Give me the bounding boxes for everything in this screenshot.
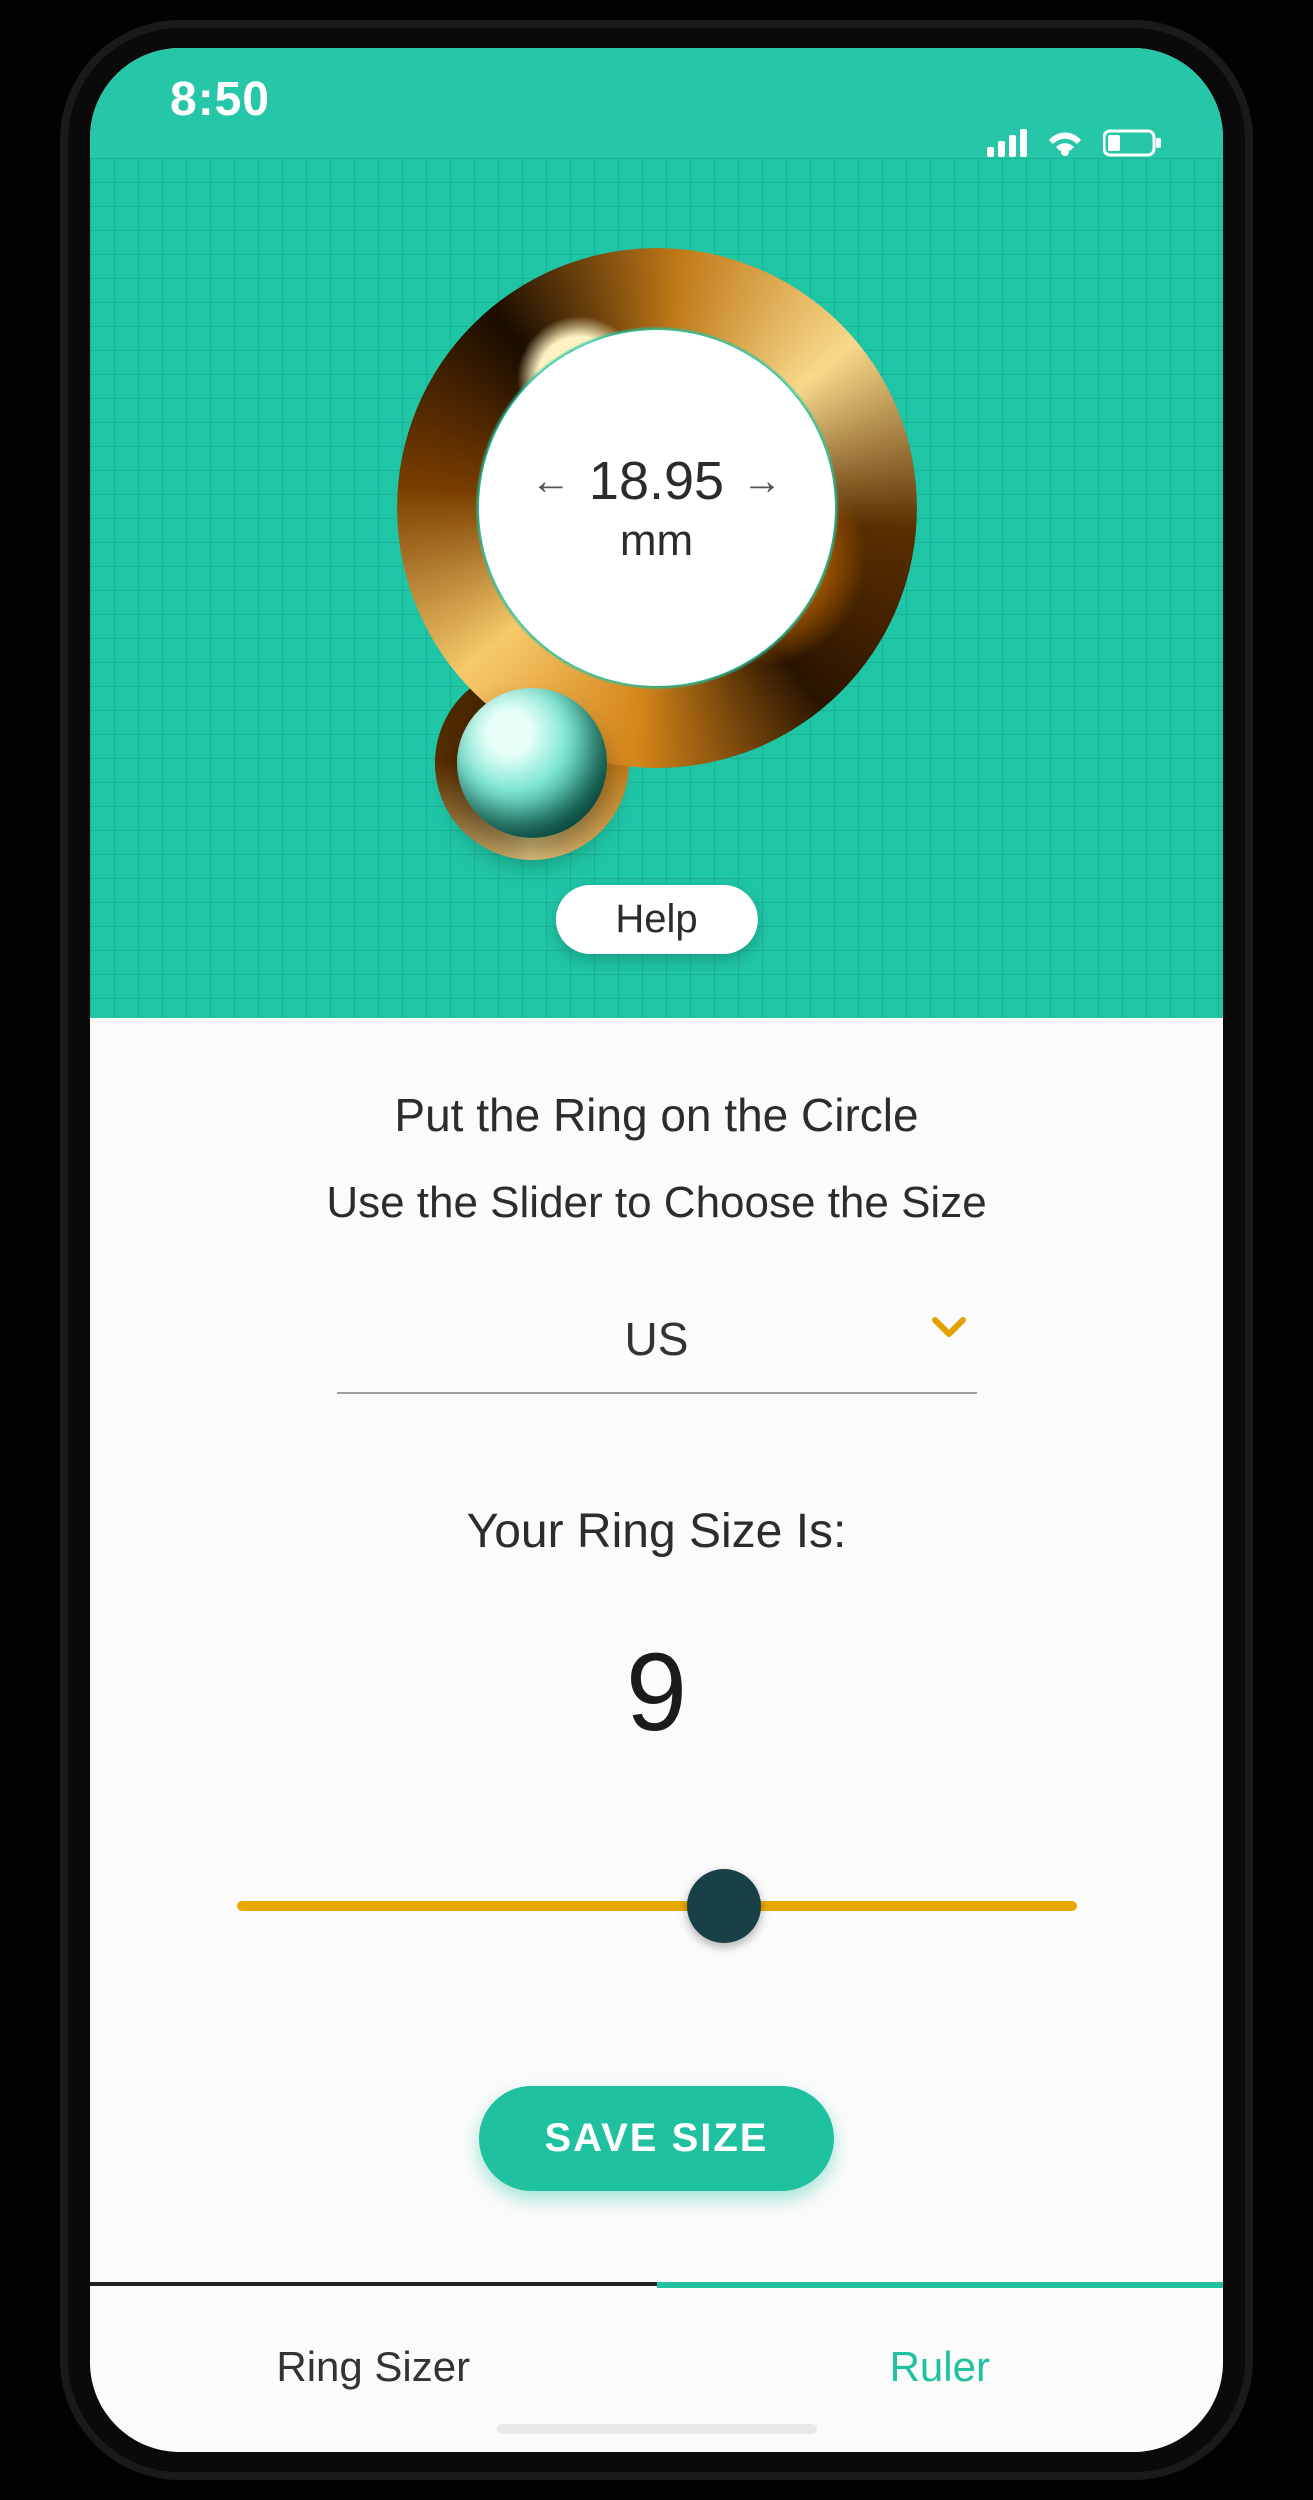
tab-ruler-label: Ruler xyxy=(890,2343,990,2391)
help-button[interactable]: Help xyxy=(555,885,757,954)
ring-gemstone xyxy=(457,688,607,838)
chevron-down-icon xyxy=(931,1316,967,1345)
ring-size-value: 9 xyxy=(626,1629,687,1756)
screen: 8:50 xyxy=(90,48,1223,2452)
your-size-label: Your Ring Size Is: xyxy=(467,1504,847,1559)
arrow-right-icon: → xyxy=(742,459,782,504)
controls-panel: Put the Ring on the Circle Use the Slide… xyxy=(90,1018,1223,2452)
slider-track xyxy=(237,1901,1077,1911)
region-select[interactable]: US xyxy=(337,1298,977,1394)
save-size-button[interactable]: SAVE SIZE xyxy=(479,2086,835,2191)
status-time: 8:50 xyxy=(170,72,270,127)
status-right-cluster xyxy=(987,128,1163,158)
slider-thumb[interactable] xyxy=(687,1869,761,1943)
status-bar: 8:50 xyxy=(90,48,1223,158)
phone-frame: 8:50 xyxy=(60,20,1253,2480)
bottom-tabs: Ring Sizer Ruler xyxy=(90,2282,1223,2452)
ring-sizer-area[interactable]: ← 18.95 → mm Help xyxy=(90,158,1223,1018)
diameter-circle[interactable]: ← 18.95 → mm xyxy=(479,330,835,686)
size-slider[interactable] xyxy=(237,1876,1077,1936)
diameter-value: 18.95 xyxy=(589,450,724,512)
diameter-unit: mm xyxy=(620,516,693,566)
instruction-line-1: Put the Ring on the Circle xyxy=(394,1088,918,1142)
home-indicator[interactable] xyxy=(497,2424,817,2434)
wifi-icon xyxy=(1045,128,1085,158)
cellular-signal-icon xyxy=(987,129,1027,157)
arrow-left-icon: ← xyxy=(531,459,571,504)
battery-low-icon xyxy=(1103,129,1163,157)
ring-graphic: ← 18.95 → mm xyxy=(377,248,937,868)
instruction-line-2: Use the Slider to Choose the Size xyxy=(326,1178,986,1228)
region-value: US xyxy=(625,1312,689,1366)
tab-ring-sizer-label: Ring Sizer xyxy=(276,2343,470,2391)
